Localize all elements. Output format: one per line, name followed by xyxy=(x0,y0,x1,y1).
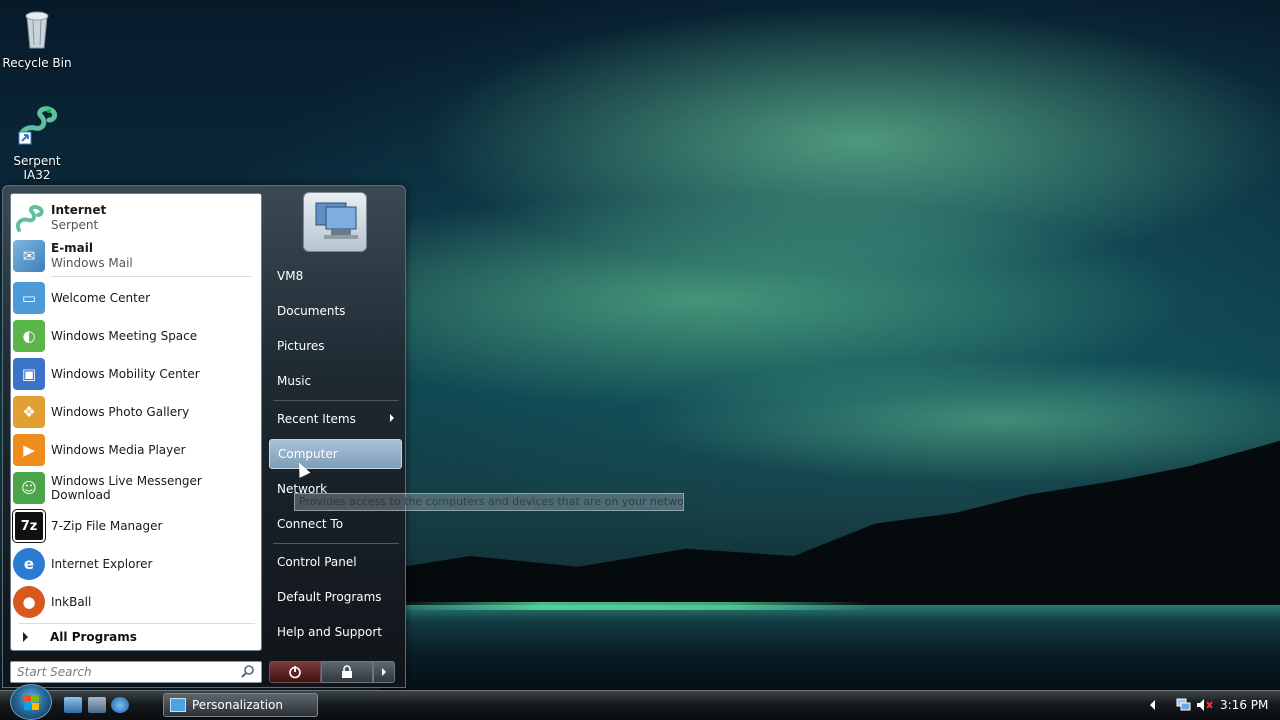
serpent-icon xyxy=(13,102,61,150)
mail-icon: ✉ xyxy=(13,240,45,272)
right-item-pictures[interactable]: Pictures xyxy=(269,331,402,361)
taskbar-button-label: Personalization xyxy=(192,698,283,712)
pinned-title: E-mail xyxy=(51,241,94,255)
chevron-left-icon xyxy=(1150,700,1155,710)
windows-logo-icon xyxy=(24,695,39,710)
program-windows-live-messenger-download[interactable]: ☺ Windows Live Messenger Download xyxy=(13,470,259,506)
taskbar-button-personalization[interactable]: Personalization xyxy=(163,693,318,717)
program-7zip-file-manager[interactable]: 7z 7-Zip File Manager xyxy=(12,508,259,544)
ie-quicklaunch-icon[interactable] xyxy=(111,697,129,713)
right-item-help-and-support[interactable]: Help and Support xyxy=(269,617,402,647)
power-icon xyxy=(289,666,301,679)
show-desktop-icon[interactable] xyxy=(64,697,82,713)
lock-button[interactable] xyxy=(321,661,373,683)
7zip-icon: 7z xyxy=(12,509,46,543)
messenger-icon: ☺ xyxy=(13,472,45,504)
program-label: Windows Meeting Space xyxy=(51,329,198,343)
program-inkball[interactable]: ● InkBall xyxy=(13,584,259,620)
all-programs-label: All Programs xyxy=(50,630,137,644)
chevron-right-icon xyxy=(382,668,386,676)
program-label: Windows Live Messenger Download xyxy=(51,474,202,502)
right-item-control-panel[interactable]: Control Panel xyxy=(269,547,402,577)
program-label: Windows Photo Gallery xyxy=(51,405,190,419)
pinned-email[interactable]: ✉ E-mail Windows Mail xyxy=(13,238,259,274)
chevron-right-icon xyxy=(23,632,28,642)
photo-gallery-icon: ❖ xyxy=(13,396,45,428)
power-button[interactable] xyxy=(269,661,321,683)
power-controls xyxy=(269,661,395,683)
chevron-right-icon xyxy=(390,414,394,422)
right-separator xyxy=(273,543,399,544)
program-label: Internet Explorer xyxy=(51,557,153,571)
pinned-title: Internet xyxy=(51,203,107,217)
right-separator xyxy=(273,400,399,401)
search-placeholder: Start Search xyxy=(17,665,92,679)
start-menu: Internet Serpent ✉ E-mail Windows Mail ▭… xyxy=(2,185,406,688)
right-item-connect-to[interactable]: Connect To xyxy=(269,509,402,539)
desktop-icon-serpent-ia32[interactable]: Serpent IA32 xyxy=(0,102,74,182)
pinned-subtitle: Serpent xyxy=(51,218,99,232)
program-label: 7-Zip File Manager xyxy=(51,519,163,533)
start-button[interactable] xyxy=(10,684,52,720)
program-windows-photo-gallery[interactable]: ❖ Windows Photo Gallery xyxy=(13,394,259,430)
desktop-icon-label: Recycle Bin xyxy=(2,56,72,70)
network-tooltip: Provides access to the computers and dev… xyxy=(294,493,684,511)
user-picture[interactable] xyxy=(303,192,367,252)
pinned-subtitle: Windows Mail xyxy=(51,256,133,270)
right-item-documents[interactable]: Documents xyxy=(269,296,402,326)
recycle-bin-icon xyxy=(13,4,61,52)
right-item-label: Pictures xyxy=(277,339,325,353)
right-item-music[interactable]: Music xyxy=(269,366,402,396)
lock-icon xyxy=(342,665,352,678)
start-search-input[interactable]: Start Search xyxy=(10,661,262,683)
ie-icon: e xyxy=(13,548,45,580)
right-item-default-programs[interactable]: Default Programs xyxy=(269,582,402,612)
wallpaper-mountains xyxy=(380,440,1280,610)
right-item-label: Documents xyxy=(277,304,346,318)
right-item-label: Help and Support xyxy=(277,625,382,639)
switch-windows-icon[interactable] xyxy=(88,697,106,713)
right-item-label: Control Panel xyxy=(277,555,357,569)
tray-expand-button[interactable] xyxy=(1150,690,1155,720)
right-item-vm8[interactable]: VM8 xyxy=(269,261,402,291)
meeting-space-icon: ◐ xyxy=(13,320,45,352)
clock[interactable]: 3:16 PM xyxy=(1220,690,1268,720)
right-item-label: Default Programs xyxy=(277,590,382,604)
media-player-icon: ▶ xyxy=(13,434,45,466)
right-item-recent-items[interactable]: Recent Items xyxy=(269,404,402,434)
volume-muted-tray-icon[interactable] xyxy=(1196,690,1214,720)
program-label: Windows Media Player xyxy=(51,443,186,457)
start-menu-programs-pane: Internet Serpent ✉ E-mail Windows Mail ▭… xyxy=(10,193,262,651)
right-item-label: VM8 xyxy=(277,269,304,283)
right-item-label: Music xyxy=(277,374,312,388)
desktop-icon-label: Serpent IA32 xyxy=(13,154,61,182)
all-programs-separator xyxy=(19,623,255,624)
program-welcome-center[interactable]: ▭ Welcome Center xyxy=(13,280,259,316)
network-tray-icon[interactable] xyxy=(1176,690,1192,720)
right-item-label: Computer xyxy=(278,447,338,461)
program-label: Windows Mobility Center xyxy=(51,367,200,381)
search-icon xyxy=(241,664,255,681)
serpent-icon xyxy=(13,202,45,234)
pinned-separator xyxy=(51,276,251,277)
welcome-center-icon: ▭ xyxy=(13,282,45,314)
pinned-internet[interactable]: Internet Serpent xyxy=(13,200,259,236)
wallpaper-aurora-reflection xyxy=(400,602,870,610)
right-item-computer[interactable]: Computer xyxy=(269,439,402,469)
inkball-icon: ● xyxy=(13,586,45,618)
desktop-icon-recycle-bin[interactable]: Recycle Bin xyxy=(0,4,74,70)
program-label: InkBall xyxy=(51,595,92,609)
program-windows-mobility-center[interactable]: ▣ Windows Mobility Center xyxy=(13,356,259,392)
right-item-label: Connect To xyxy=(277,517,344,531)
right-item-label: Recent Items xyxy=(277,412,356,426)
program-windows-meeting-space[interactable]: ◐ Windows Meeting Space xyxy=(13,318,259,354)
wallpaper-lake xyxy=(380,605,1280,690)
all-programs-button[interactable]: All Programs xyxy=(19,630,137,644)
personalization-icon xyxy=(170,698,186,712)
mobility-center-icon: ▣ xyxy=(13,358,45,390)
shutdown-options-button[interactable] xyxy=(373,661,395,683)
program-internet-explorer[interactable]: e Internet Explorer xyxy=(13,546,259,582)
program-windows-media-player[interactable]: ▶ Windows Media Player xyxy=(13,432,259,468)
program-label: Welcome Center xyxy=(51,291,151,305)
